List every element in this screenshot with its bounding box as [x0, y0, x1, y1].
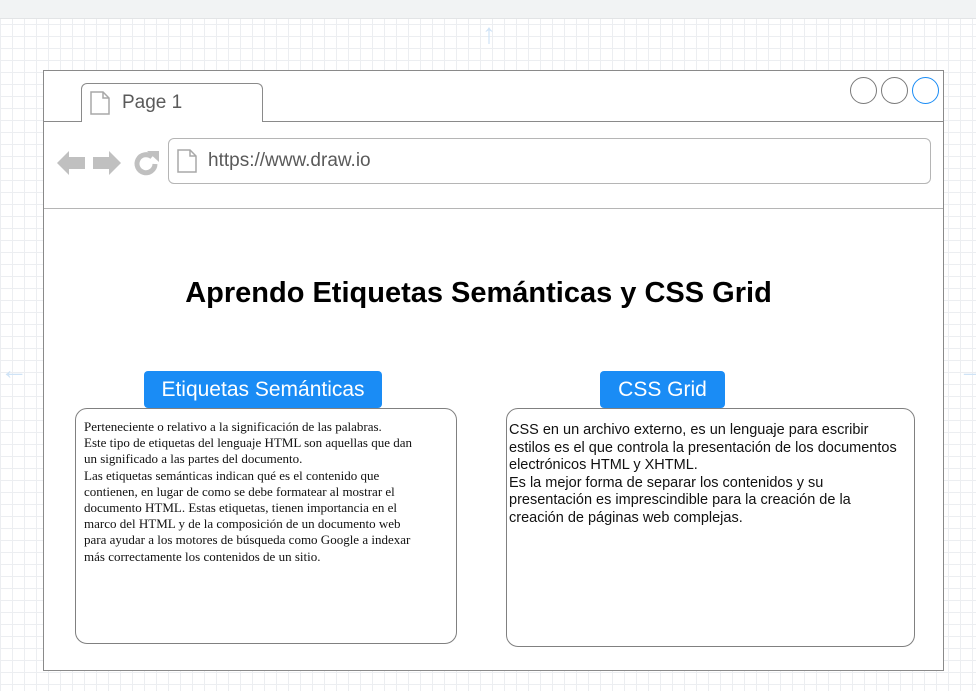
- text-line: presentación es imprescindible para la c…: [509, 492, 851, 508]
- url-text: https://www.draw.io: [208, 150, 371, 171]
- maximize-button[interactable]: [881, 77, 908, 104]
- page-icon: [90, 91, 110, 115]
- guide-arrow-up-icon[interactable]: ↑: [482, 20, 496, 48]
- text-line: Las etiquetas semánticas indican qué es …: [84, 467, 380, 483]
- text-line: electrónicos HTML y XHTML.: [509, 457, 698, 473]
- text-line: para ayudar a los motores de búsqueda co…: [84, 532, 411, 548]
- css-grid-label[interactable]: CSS Grid: [600, 371, 725, 408]
- browser-window-mockup[interactable]: Page 1 https://www.draw.io Aprendo Etiqu…: [43, 70, 944, 671]
- guide-arrow-left-icon[interactable]: ←: [0, 356, 28, 384]
- refresh-icon[interactable]: [132, 148, 162, 178]
- close-button[interactable]: [912, 77, 939, 104]
- tab-label: Page 1: [122, 92, 183, 113]
- text-line: documento HTML. Estas etiquetas, tienen …: [84, 500, 397, 516]
- page-title: Aprendo Etiquetas Semánticas y CSS Grid: [185, 277, 772, 309]
- etiquetas-semanticas-card: Perteneciente o relativo a la significac…: [75, 408, 457, 644]
- tab-bar: Page 1: [44, 71, 943, 122]
- text-line: Es la mejor forma de separar los conteni…: [509, 474, 824, 491]
- minimize-button[interactable]: [850, 77, 877, 104]
- address-bar[interactable]: https://www.draw.io: [168, 138, 931, 184]
- text-line: Este tipo de etiquetas del lenguaje HTML…: [84, 435, 413, 451]
- text-line: creación de páginas web complejas.: [509, 509, 743, 526]
- back-arrow-icon[interactable]: [56, 148, 86, 178]
- text-line: estilos es el que controla la presentaci…: [509, 439, 897, 456]
- forward-arrow-icon[interactable]: [92, 148, 122, 178]
- browser-tab[interactable]: Page 1: [81, 83, 263, 122]
- css-grid-card: CSS en un archivo externo, es un lenguaj…: [506, 408, 915, 647]
- navigation-bar: https://www.draw.io: [44, 122, 943, 209]
- guide-arrow-right-icon[interactable]: →: [958, 356, 976, 384]
- etiquetas-semanticas-label[interactable]: Etiquetas Semánticas: [144, 371, 382, 408]
- text-line: contienen, en lugar de como se debe form…: [84, 483, 395, 499]
- text-line: un significado a las partes del document…: [84, 451, 303, 467]
- page-icon: [177, 149, 197, 173]
- text-line: más correctamente los contenidos de un s…: [84, 548, 321, 564]
- text-line: Perteneciente o relativo a la significac…: [84, 419, 382, 434]
- text-line: CSS en un archivo externo, es un lenguaj…: [509, 422, 869, 438]
- text-line: marco del HTML y de la composición de un…: [84, 516, 401, 532]
- canvas-toolbar-strip: [0, 0, 976, 19]
